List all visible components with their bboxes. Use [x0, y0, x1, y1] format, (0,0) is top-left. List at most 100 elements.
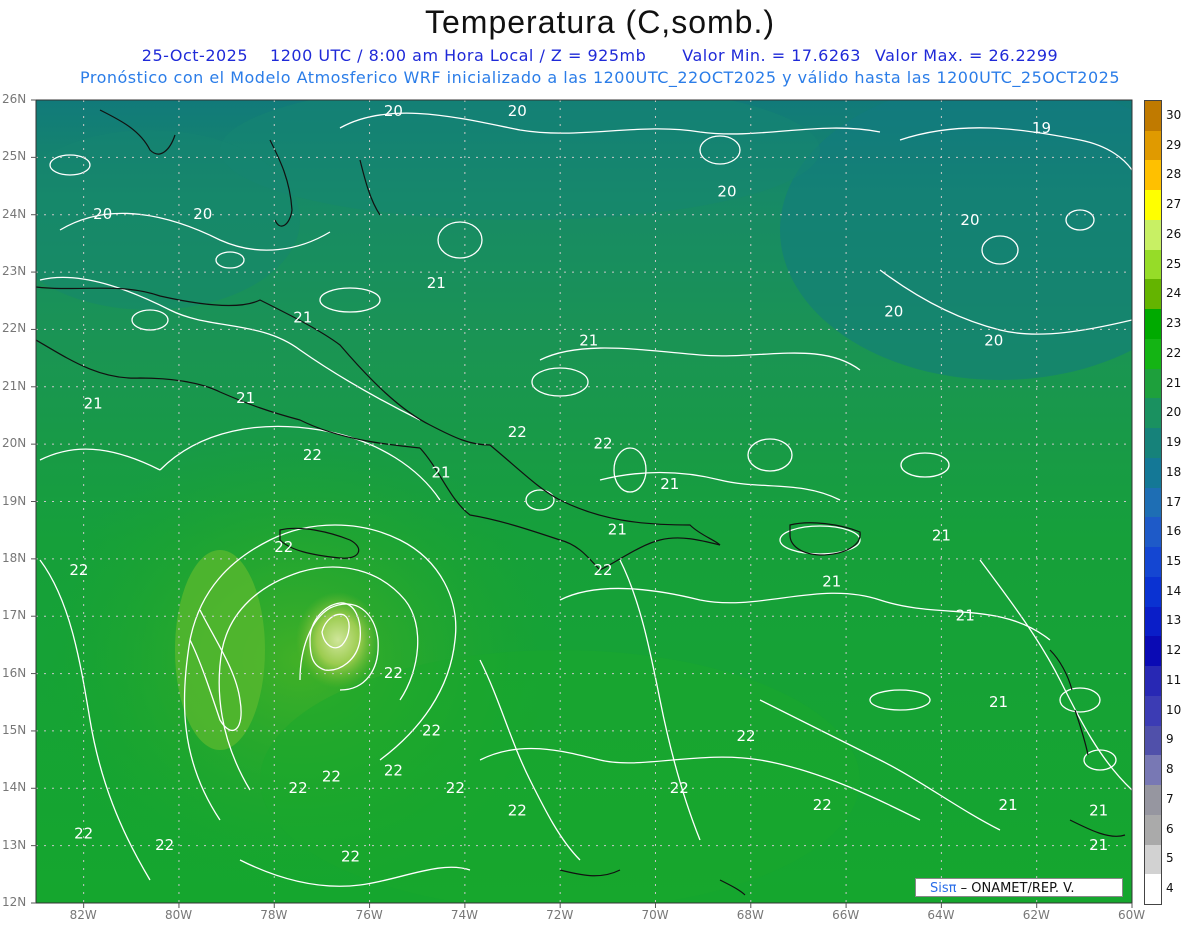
- color-scale-label: 23: [1166, 316, 1182, 331]
- lat-label: 19N: [2, 493, 27, 508]
- contour-value-label: 21: [660, 475, 679, 493]
- lon-label: 74W: [450, 908, 478, 922]
- color-scale-label: 30: [1166, 107, 1182, 122]
- color-scale-swatch: [1145, 160, 1161, 191]
- color-scale-swatch: [1145, 547, 1161, 578]
- contour-value-label: 22: [69, 561, 88, 579]
- lon-label: 72W: [546, 908, 574, 922]
- color-scale-swatch: [1145, 428, 1161, 459]
- contour-value-label: 21: [989, 693, 1008, 711]
- color-scale-label: 9: [1166, 732, 1174, 747]
- contour-value-label: 21: [431, 463, 450, 481]
- credit-box: Sisπ – ONAMET/REP. V.: [915, 878, 1123, 897]
- sispi-logo: Sisπ: [930, 881, 957, 896]
- color-scale-label: 4: [1166, 881, 1174, 896]
- color-scale-swatch: [1145, 636, 1161, 667]
- color-scale-swatch: [1145, 249, 1161, 280]
- lat-label: 14N: [2, 780, 27, 795]
- color-scale-label: 27: [1166, 197, 1182, 212]
- color-scale-swatch: [1145, 725, 1161, 756]
- contour-value-label: 22: [384, 762, 403, 780]
- color-scale-label: 19: [1166, 435, 1182, 450]
- contour-value-label: 22: [74, 825, 93, 843]
- color-scale-swatch: [1145, 487, 1161, 518]
- color-scale-label: 15: [1166, 553, 1182, 568]
- color-scale-label: 25: [1166, 256, 1182, 271]
- contour-value-label: 21: [822, 572, 841, 590]
- lon-label: 80W: [164, 908, 193, 922]
- color-scale-label: 10: [1166, 702, 1182, 717]
- contour-value-label: 21: [1089, 836, 1108, 854]
- lat-label: 23N: [2, 264, 27, 279]
- lon-label: 60W: [1118, 908, 1146, 922]
- color-scale-label: 14: [1166, 583, 1182, 598]
- color-scale-swatch: [1145, 785, 1161, 816]
- contour-value-label: 20: [193, 205, 212, 223]
- contour-value-label: 21: [956, 607, 975, 625]
- color-scale-swatch: [1145, 219, 1161, 251]
- color-scale-swatch: [1145, 755, 1161, 786]
- color-scale-swatch: [1145, 576, 1161, 608]
- page-title: Temperatura (C,somb.): [425, 4, 775, 40]
- color-scale-swatch: [1145, 190, 1161, 221]
- color-scale-label: 11: [1166, 672, 1182, 687]
- color-scale-label: 16: [1166, 524, 1182, 539]
- lat-label: 16N: [2, 665, 27, 680]
- lat-label: 15N: [2, 722, 27, 737]
- color-scale-bar: [1144, 100, 1162, 905]
- color-scale-label: 12: [1166, 643, 1182, 658]
- contour-value-label: 21: [84, 394, 103, 412]
- contour-value-label: 22: [422, 721, 441, 739]
- color-scale-swatch: [1145, 844, 1161, 875]
- contour-value-label: 22: [155, 836, 174, 854]
- valid-time-line: 25-Oct-2025 1200 UTC / 8:00 am Hora Local…: [0, 46, 1200, 65]
- lat-label: 13N: [2, 837, 27, 852]
- lon-label: 76W: [355, 908, 383, 922]
- contour-value-label: 19: [1032, 119, 1051, 137]
- color-scale-swatch: [1145, 368, 1161, 399]
- contour-value-label: 22: [670, 779, 689, 797]
- lat-label: 20N: [2, 436, 27, 451]
- color-scale-swatch: [1145, 279, 1161, 310]
- lat-label: 17N: [2, 608, 27, 623]
- contour-value-label: 22: [384, 664, 403, 682]
- contour-value-label: 20: [984, 331, 1003, 349]
- contour-value-label: 20: [960, 211, 979, 229]
- lat-label: 25N: [2, 149, 27, 164]
- color-scale-swatch: [1145, 309, 1161, 340]
- contour-value-label: 21: [236, 389, 255, 407]
- contour-value-label: 22: [813, 796, 832, 814]
- lat-label: 18N: [2, 550, 27, 565]
- contour-value-label: 21: [1089, 802, 1108, 820]
- valid-time-level: 1200 UTC / 8:00 am Hora Local / Z = 925m…: [270, 46, 647, 65]
- contour-value-label: 22: [446, 779, 465, 797]
- color-scale-label: 5: [1166, 851, 1174, 866]
- color-scale-swatch: [1145, 695, 1161, 727]
- credit-text: – ONAMET/REP. V.: [960, 881, 1075, 896]
- contour-value-label: 21: [999, 796, 1018, 814]
- contour-value-label: 21: [608, 521, 627, 539]
- lat-label: 26N: [2, 92, 27, 106]
- contour-value-label: 20: [384, 102, 403, 120]
- color-scale-swatch: [1145, 517, 1161, 548]
- contour-value-label: 22: [274, 538, 293, 556]
- contour-value-label: 22: [322, 767, 341, 785]
- color-scale-label: 6: [1166, 821, 1174, 836]
- contour-value-label: 22: [303, 446, 322, 464]
- lon-label: 68W: [736, 908, 764, 922]
- color-scale-swatch: [1145, 874, 1161, 905]
- color-scale-swatch: [1145, 398, 1161, 429]
- color-scale-swatch: [1145, 457, 1161, 489]
- color-scale-swatch: [1145, 338, 1161, 370]
- contour-value-label: 22: [289, 779, 308, 797]
- contour-value-label: 20: [93, 205, 112, 223]
- lat-label: 12N: [2, 895, 27, 909]
- contour-value-label: 20: [884, 303, 903, 321]
- temperature-map: 20 20 19 20 20 20 20 21 21 20 20 21 21 21 22 22 22 21 21 21…: [31, 99, 1133, 908]
- color-scale-label: 24: [1166, 286, 1182, 301]
- lat-label: 21N: [2, 378, 27, 393]
- color-scale-swatch: [1145, 606, 1161, 637]
- lon-label: 64W: [927, 908, 955, 922]
- contour-value-label: 22: [594, 561, 613, 579]
- contour-value-label: 21: [427, 274, 446, 292]
